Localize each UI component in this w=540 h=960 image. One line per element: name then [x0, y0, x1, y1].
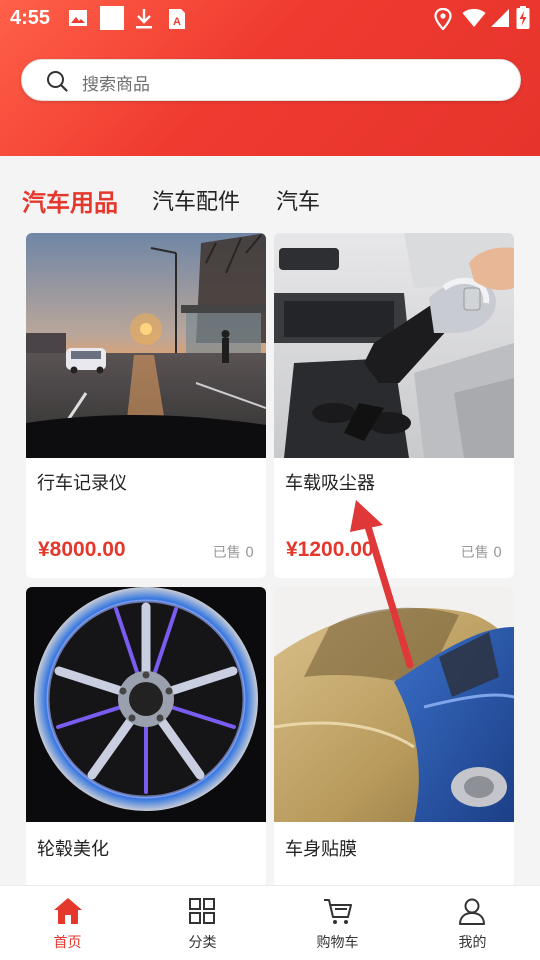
product-image-wheel	[26, 587, 266, 822]
battery-charging-icon	[516, 6, 530, 29]
nav-label: 分类	[188, 935, 217, 951]
nav-categories[interactable]: 分类	[135, 886, 270, 960]
blank-notification-icon	[100, 6, 124, 30]
tab-auto-parts[interactable]: 汽车配件	[152, 184, 240, 216]
search-icon	[47, 71, 68, 92]
nav-home[interactable]: 首页	[0, 886, 135, 960]
product-card-wheel[interactable]: 轮毂美化	[26, 587, 266, 887]
location-icon	[434, 8, 452, 30]
category-tabs: 汽车用品 汽车配件 汽车	[0, 156, 540, 230]
product-card-dashcam[interactable]: 行车记录仪 ¥8000.00 已售 0	[26, 233, 266, 578]
status-time: 4:55	[10, 7, 51, 29]
home-icon	[54, 898, 82, 924]
product-card-vacuum[interactable]: 车载吸尘器 ¥1200.00 已售 0	[274, 233, 514, 578]
product-title: 车载吸尘器	[285, 473, 375, 494]
grid-icon	[189, 898, 215, 924]
wifi-icon	[462, 8, 486, 27]
product-price: ¥1200.00	[286, 538, 374, 561]
download-icon	[136, 9, 152, 29]
header: 4:55 A 搜索商品	[0, 0, 540, 156]
nav-label: 首页	[53, 935, 82, 951]
tab-auto-supplies[interactable]: 汽车用品	[22, 183, 118, 218]
bottom-navigation: 首页 分类 购物车 我的	[0, 885, 540, 960]
product-image-dashcam	[26, 233, 266, 458]
product-title: 行车记录仪	[37, 473, 127, 494]
tab-cars[interactable]: 汽车	[276, 184, 320, 216]
product-title: 车身贴膜	[285, 839, 357, 860]
nav-cart[interactable]: 购物车	[270, 886, 405, 960]
nav-profile[interactable]: 我的	[405, 886, 540, 960]
image-notification-icon	[69, 10, 87, 26]
product-title: 轮毂美化	[37, 839, 109, 860]
product-sold-count: 已售 0	[460, 545, 502, 561]
nav-label: 我的	[458, 935, 487, 951]
product-sold-count: 已售 0	[212, 545, 254, 561]
search-bar[interactable]: 搜索商品	[21, 59, 521, 101]
product-card-car-wrap[interactable]: 车身贴膜	[274, 587, 514, 887]
font-notification-icon: A	[169, 9, 185, 29]
svg-text:A: A	[173, 16, 181, 28]
product-image-car-wrap	[274, 587, 514, 822]
cart-icon	[324, 899, 352, 924]
signal-icon	[491, 9, 509, 27]
product-price: ¥8000.00	[38, 538, 126, 561]
product-image-vacuum	[274, 233, 514, 458]
nav-label: 购物车	[316, 935, 359, 951]
status-bar: 4:55 A	[0, 0, 540, 38]
user-icon	[459, 898, 485, 925]
search-placeholder: 搜索商品	[82, 75, 150, 95]
